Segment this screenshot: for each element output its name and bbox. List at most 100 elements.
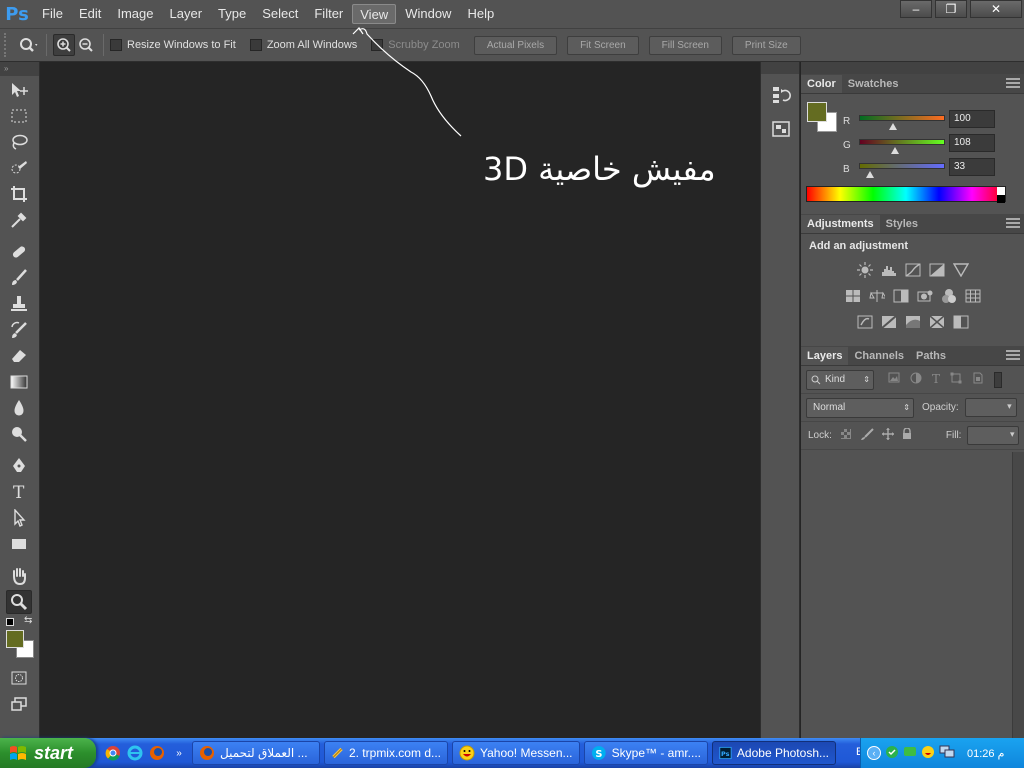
tab-layers[interactable]: Layers	[801, 347, 849, 365]
tab-styles[interactable]: Styles	[880, 215, 924, 233]
opacity-input[interactable]	[964, 398, 1017, 417]
restore-button[interactable]: ❐	[935, 0, 967, 18]
fill-input[interactable]	[967, 426, 1020, 445]
menu-filter[interactable]: Filter	[307, 4, 350, 24]
zoom-in-icon[interactable]	[53, 34, 75, 56]
tab-swatches[interactable]: Swatches	[842, 75, 905, 93]
taskbar-item-download[interactable]: 2. trpmix.com d...	[324, 741, 448, 765]
lock-all-icon[interactable]	[902, 427, 912, 443]
move-tool-icon[interactable]	[6, 78, 32, 102]
tray-display-icon[interactable]	[939, 745, 955, 762]
fit-screen-button[interactable]: Fit Screen	[567, 35, 639, 55]
zoom-tool-icon[interactable]	[6, 590, 32, 614]
channel-mixer-icon[interactable]	[941, 288, 957, 304]
blend-mode-select[interactable]: Normal ⇕	[806, 397, 914, 418]
internet-explorer-icon[interactable]	[126, 744, 144, 762]
gradient-map-icon[interactable]	[953, 314, 969, 330]
invert-icon[interactable]	[857, 314, 873, 330]
pen-tool-icon[interactable]	[6, 454, 32, 478]
blue-value-input[interactable]: 33	[949, 158, 995, 176]
brightness-contrast-icon[interactable]	[856, 262, 873, 278]
color-lookup-icon[interactable]	[965, 288, 981, 304]
brush-tool-icon[interactable]	[6, 266, 32, 290]
menu-select[interactable]: Select	[255, 4, 305, 24]
red-value-input[interactable]: 100	[949, 110, 995, 128]
blue-thumb[interactable]	[866, 171, 875, 178]
layers-scrollbar[interactable]	[1012, 452, 1024, 742]
threshold-icon[interactable]	[905, 314, 921, 330]
menu-edit[interactable]: Edit	[72, 4, 108, 24]
menu-window[interactable]: Window	[398, 4, 458, 24]
lock-image-pixels-icon[interactable]	[860, 428, 874, 443]
pixel-filter-icon[interactable]	[888, 372, 900, 387]
chrome-icon[interactable]	[104, 744, 122, 762]
tools-collapse-icon[interactable]: »	[0, 62, 39, 76]
color-spectrum-ramp[interactable]	[806, 186, 1006, 203]
swap-colors-icon[interactable]: ⇆	[24, 615, 32, 626]
dock-collapse-icon[interactable]	[761, 62, 799, 74]
start-button[interactable]: start	[0, 738, 96, 768]
checkbox-box[interactable]	[110, 39, 122, 51]
panel-menu-icon[interactable]	[1006, 350, 1020, 360]
menu-type[interactable]: Type	[211, 4, 253, 24]
tab-paths[interactable]: Paths	[910, 347, 952, 365]
black-white-icon[interactable]	[893, 288, 909, 304]
adjustment-filter-icon[interactable]	[910, 372, 922, 387]
zoom-tool-preset-icon[interactable]	[18, 34, 40, 56]
green-value-input[interactable]: 108	[949, 134, 995, 152]
layers-list[interactable]	[801, 452, 1011, 742]
clone-stamp-tool-icon[interactable]	[6, 292, 32, 316]
firefox-icon[interactable]	[148, 744, 166, 762]
exposure-icon[interactable]	[929, 262, 945, 278]
selective-color-icon[interactable]	[929, 314, 945, 330]
type-tool-icon[interactable]: T	[6, 480, 32, 504]
eyedropper-tool-icon[interactable]	[6, 208, 32, 232]
rectangle-tool-icon[interactable]	[6, 532, 32, 556]
eraser-tool-icon[interactable]	[6, 344, 32, 368]
resize-windows-checkbox[interactable]: Resize Windows to Fit	[110, 39, 236, 51]
shape-filter-icon[interactable]	[950, 372, 962, 387]
minimize-button[interactable]: –	[900, 0, 932, 18]
menu-file[interactable]: File	[35, 4, 70, 24]
lock-transparent-pixels-icon[interactable]	[840, 428, 852, 443]
quick-mask-icon[interactable]	[6, 666, 32, 690]
tab-adjustments[interactable]: Adjustments	[801, 215, 880, 233]
curves-icon[interactable]	[905, 262, 921, 278]
tab-color[interactable]: Color	[801, 75, 842, 93]
path-selection-tool-icon[interactable]	[6, 506, 32, 530]
lasso-tool-icon[interactable]	[6, 130, 32, 154]
filter-toggle-switch[interactable]	[994, 371, 1003, 388]
checkbox-box[interactable]	[249, 39, 262, 51]
tab-channels[interactable]: Channels	[848, 347, 910, 365]
dodge-tool-icon[interactable]	[6, 422, 32, 446]
green-slider[interactable]: G 108	[843, 134, 1018, 158]
taskbar-item-skype[interactable]: S Skype™ - amr....	[584, 741, 708, 765]
red-track[interactable]	[859, 115, 945, 121]
red-thumb[interactable]	[888, 123, 897, 130]
quick-selection-tool-icon[interactable]	[6, 156, 32, 180]
panel-menu-icon[interactable]	[1006, 78, 1020, 88]
close-button[interactable]: ✕	[970, 0, 1022, 18]
tray-expand-icon[interactable]: ‹	[867, 746, 881, 760]
print-size-button[interactable]: Print Size	[731, 35, 801, 55]
quick-launch-overflow-icon[interactable]: »	[170, 744, 188, 762]
foreground-color-swatch[interactable]	[6, 630, 24, 648]
options-grip[interactable]	[4, 33, 18, 57]
panels-collapse-bar[interactable]	[801, 62, 1024, 74]
default-colors-icon[interactable]	[6, 618, 14, 626]
menu-layer[interactable]: Layer	[163, 4, 210, 24]
levels-icon[interactable]	[881, 262, 897, 278]
document-canvas-area[interactable]: مفيش خاصية 3D	[41, 27, 760, 738]
fill-screen-button[interactable]: Fill Screen	[648, 35, 722, 55]
green-thumb[interactable]	[891, 147, 900, 154]
hue-saturation-icon[interactable]	[845, 288, 861, 304]
photo-filter-icon[interactable]	[917, 288, 933, 304]
menu-help[interactable]: Help	[460, 4, 501, 24]
kind-filter-select[interactable]: Kind ⇕	[806, 369, 874, 390]
menu-image[interactable]: Image	[110, 4, 160, 24]
vibrance-icon[interactable]	[952, 262, 969, 278]
zoom-out-icon[interactable]	[75, 34, 97, 56]
tray-network-icon[interactable]	[885, 745, 899, 762]
tray-messenger-icon[interactable]	[903, 745, 917, 762]
color-balance-icon[interactable]	[868, 288, 885, 304]
